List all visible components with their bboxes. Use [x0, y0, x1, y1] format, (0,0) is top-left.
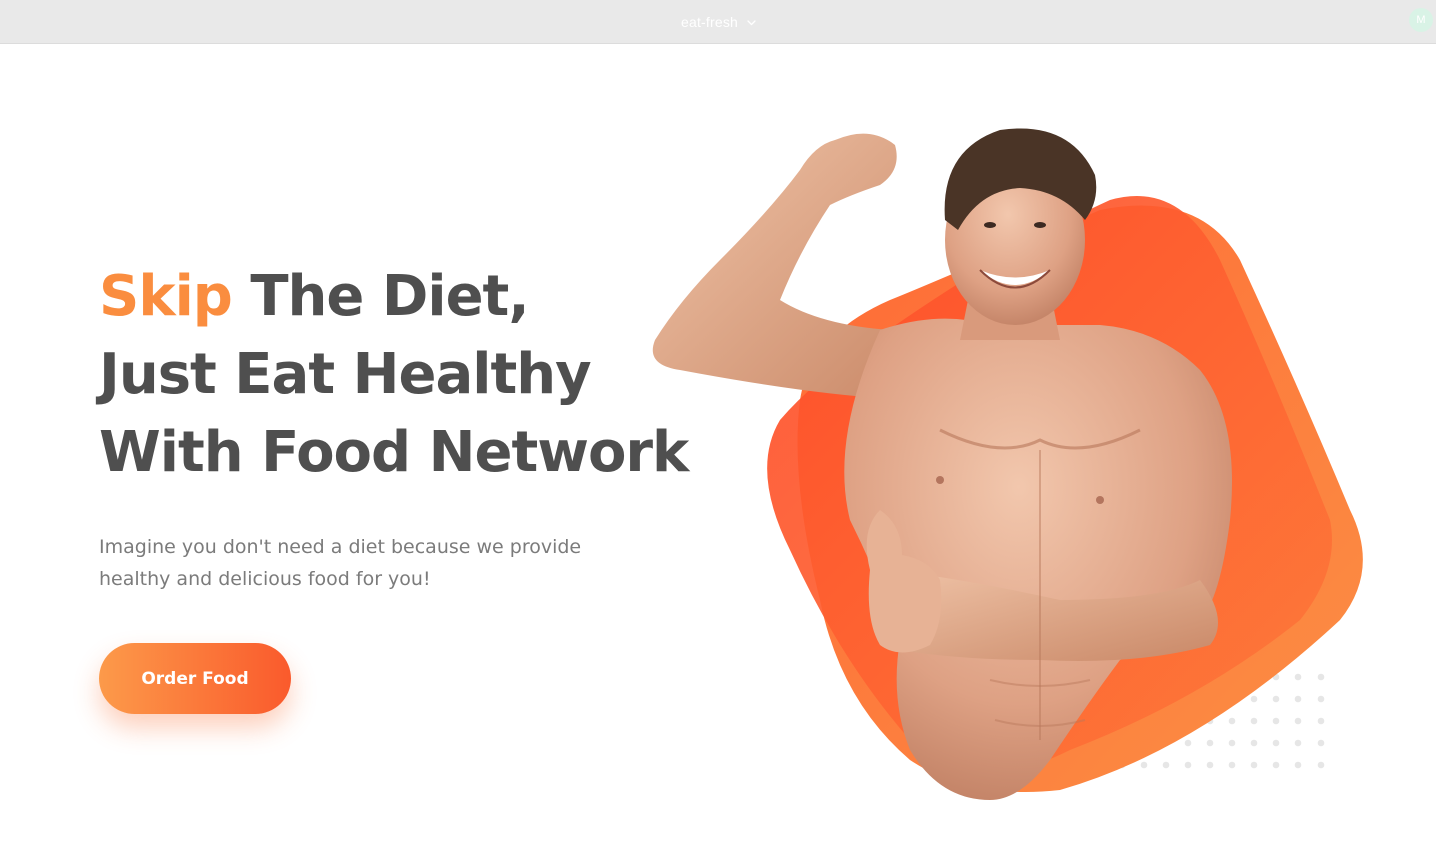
- hero-headline: Skip The Diet, Just Eat Healthy With Foo…: [99, 258, 719, 492]
- project-switcher[interactable]: eat-fresh: [681, 12, 757, 32]
- headline-line-3: With Food Network: [99, 420, 689, 485]
- order-food-button[interactable]: Order Food: [99, 643, 291, 714]
- subtitle-line-1: Imagine you don't need a diet because we…: [99, 536, 582, 558]
- headline-line-1-rest: The Diet,: [231, 264, 529, 329]
- subtitle-line-2: healthy and delicious food for you!: [99, 568, 431, 590]
- project-name: eat-fresh: [681, 14, 739, 30]
- top-bar: eat-fresh M: [0, 0, 1436, 44]
- headline-line-2: Just Eat Healthy: [99, 342, 592, 407]
- headline-line-1: Skip The Diet,: [99, 258, 719, 336]
- avatar[interactable]: M: [1409, 8, 1433, 32]
- hero-illustration: [652, 128, 1363, 800]
- chevron-down-icon: [747, 19, 756, 25]
- hero-subtitle: Imagine you don't need a diet because we…: [99, 531, 639, 595]
- headline-accent: Skip: [99, 264, 233, 329]
